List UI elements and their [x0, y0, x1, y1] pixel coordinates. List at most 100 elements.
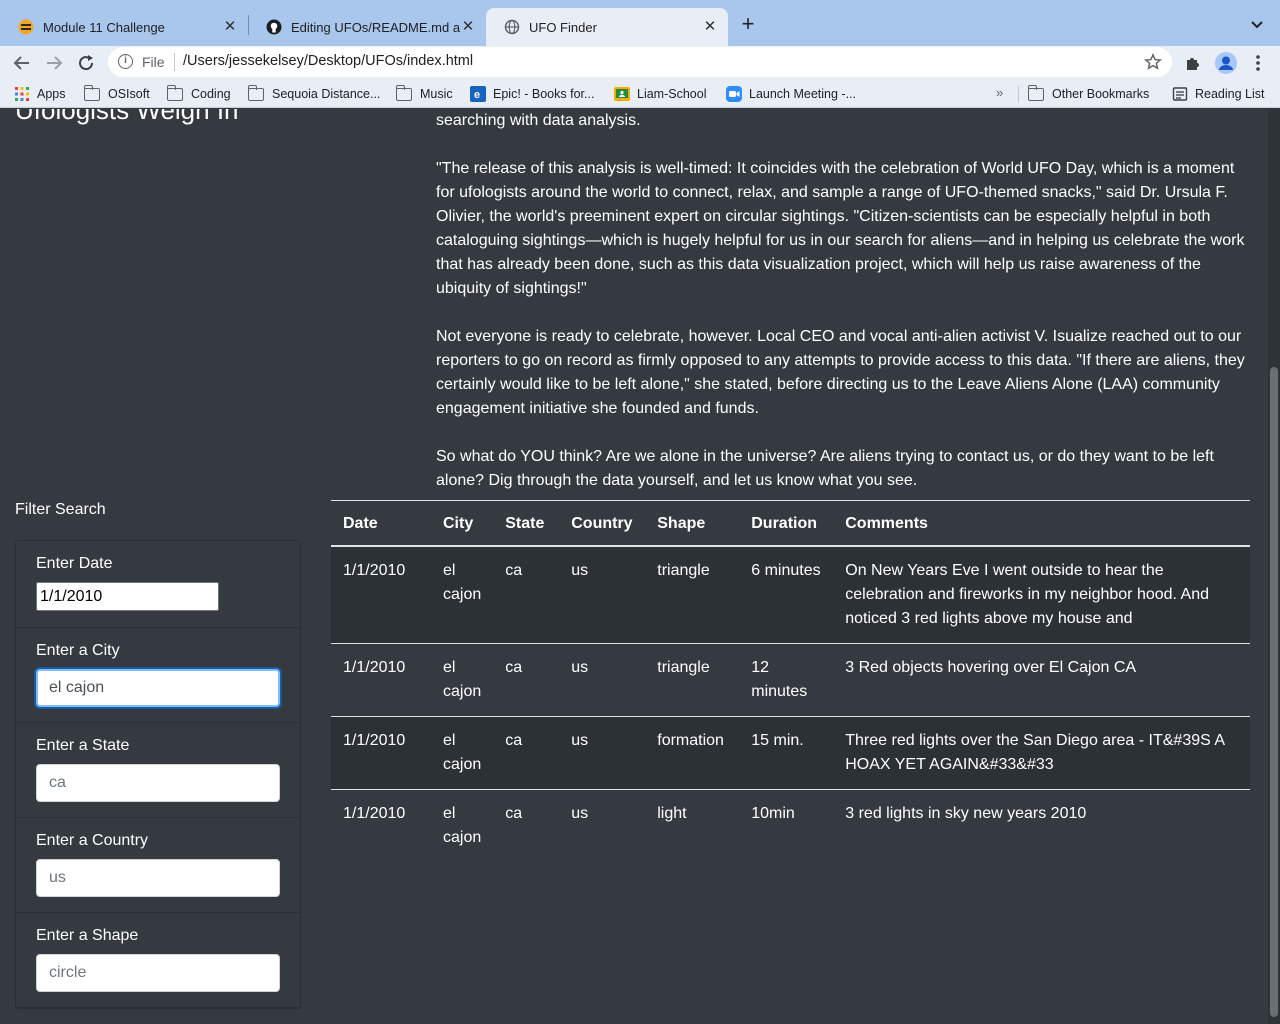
cell-city: el cajon	[431, 789, 494, 862]
tab-module-11[interactable]: Module 11 Challenge ✕	[0, 8, 248, 46]
folder-icon	[166, 84, 183, 101]
cell-date: 1/1/2010	[331, 716, 431, 790]
cell-state: ca	[505, 562, 523, 579]
cell-shape: triangle	[645, 643, 740, 717]
country-input[interactable]	[36, 859, 280, 897]
column-header-date: Date	[331, 500, 431, 547]
bookmark-sequoia[interactable]: Sequoia Distance...	[247, 84, 381, 103]
bookmark-liam-school[interactable]: Liam-School	[614, 85, 706, 103]
filter-list: Enter Date Enter a City Enter a State En…	[15, 540, 301, 1009]
column-header-duration: Duration	[739, 500, 834, 547]
cell-duration: 12 minutes	[739, 643, 834, 717]
cell-country: us	[559, 716, 646, 790]
cell-shape: light	[645, 789, 740, 862]
ufo-table-container: Date City State Country Shape Duration C…	[331, 500, 1250, 862]
globe-icon	[504, 19, 520, 35]
cell-city: el cajon	[431, 643, 494, 717]
cell-country: us	[571, 562, 589, 579]
tab-title: Editing UFOs/README.md at m	[291, 19, 460, 35]
more-menu-icon[interactable]	[1246, 51, 1270, 75]
cell-country: us	[559, 789, 646, 862]
bookmark-music[interactable]: Music	[395, 84, 453, 103]
bookmarks-bar: Apps OSIsoft Coding Sequoia Distance... …	[0, 80, 1280, 108]
address-bar[interactable]: i File /Users/jessekelsey/Desktop/UFOs/i…	[108, 47, 1172, 77]
cell-comments: 3 red lights in sky new years 2010	[833, 789, 1250, 862]
bookmark-label: Coding	[191, 87, 231, 101]
date-input[interactable]	[36, 582, 219, 611]
bookmark-star-icon[interactable]	[1144, 53, 1162, 71]
close-icon[interactable]: ✕	[222, 19, 238, 35]
bookmark-osisoft[interactable]: OSIsoft	[83, 84, 150, 103]
bookmark-apps[interactable]: Apps	[14, 85, 66, 103]
module-favicon-icon	[18, 19, 34, 35]
city-input[interactable]	[36, 669, 280, 707]
cell-comments: Three red lights over the San Diego area…	[833, 716, 1250, 790]
url-scheme-label: File	[142, 54, 165, 70]
shape-input[interactable]	[36, 954, 280, 992]
scrollbar-thumb[interactable]	[1270, 367, 1278, 1017]
apps-grid-icon	[15, 87, 29, 101]
bookmark-label: Other Bookmarks	[1052, 87, 1150, 101]
state-input[interactable]	[36, 764, 280, 802]
bookmark-epic[interactable]: e Epic! - Books for...	[470, 85, 594, 103]
cell-shape: formation	[645, 716, 740, 790]
folder-icon	[247, 84, 264, 101]
table-row: 1/1/2010 el cajon ca us light 10min 3 re…	[331, 789, 1250, 862]
bookmark-coding[interactable]: Coding	[166, 84, 231, 103]
page-content: Ufologists Weigh In searching with data …	[0, 109, 1268, 1024]
bookmark-label: Reading List	[1195, 87, 1265, 101]
article-paragraph: Not everyone is ready to celebrate, howe…	[436, 328, 1245, 417]
tab-search-chevron-icon[interactable]	[1248, 15, 1266, 33]
table-row: 1/1/2010 el cajon ca us formation 15 min…	[331, 716, 1250, 790]
cell-shape: triangle	[657, 562, 710, 579]
column-header-comments: Comments	[833, 500, 1250, 547]
cell-comments: On New Years Eve I went outside to hear …	[845, 562, 1210, 627]
column-header-city: City	[431, 500, 494, 547]
svg-text:e: e	[474, 89, 480, 101]
site-info-icon[interactable]: i	[118, 54, 133, 69]
bookmark-other-bookmarks[interactable]: Other Bookmarks	[1027, 84, 1150, 103]
new-tab-button[interactable]: +	[737, 13, 759, 36]
browser-toolbar: i File /Users/jessekelsey/Desktop/UFOs/i…	[0, 46, 1280, 80]
filter-item-date: Enter Date	[16, 541, 300, 628]
more-bookmarks-chevron-icon[interactable]: »	[996, 85, 1003, 100]
tab-github-readme[interactable]: Editing UFOs/README.md at m ✕	[248, 8, 486, 46]
bookmark-launch-meeting[interactable]: Launch Meeting -...	[726, 85, 856, 103]
cell-duration: 10min	[739, 789, 834, 862]
table-row: 1/1/2010 el cajon ca us triangle 6 minut…	[331, 546, 1250, 644]
cell-comments: 3 Red objects hovering over El Cajon CA	[833, 643, 1250, 717]
cell-duration: 15 min.	[739, 716, 834, 790]
page-scrollbar[interactable]	[1268, 109, 1280, 1024]
state-label: Enter a State	[36, 737, 130, 754]
reload-icon[interactable]	[75, 52, 97, 74]
address-divider	[174, 53, 175, 71]
epic-icon: e	[470, 86, 486, 102]
forward-arrow-icon[interactable]	[43, 52, 65, 74]
close-icon[interactable]: ✕	[702, 19, 718, 35]
url-text[interactable]: /Users/jessekelsey/Desktop/UFOs/index.ht…	[183, 53, 473, 69]
table-header-row: Date City State Country Shape Duration C…	[331, 500, 1250, 547]
filter-item-state: Enter a State	[16, 723, 300, 818]
profile-avatar-icon[interactable]	[1214, 51, 1238, 75]
zoom-icon	[726, 86, 742, 102]
bookmark-label: Epic! - Books for...	[493, 87, 595, 101]
tab-title: Module 11 Challenge	[43, 19, 165, 35]
folder-icon	[83, 84, 100, 101]
bookmark-label: Sequoia Distance...	[272, 87, 381, 101]
bookmark-label: Music	[420, 87, 453, 101]
cell-state: ca	[493, 716, 560, 790]
tab-strip: Module 11 Challenge ✕ Editing UFOs/READM…	[0, 0, 1280, 46]
bookmark-label: Launch Meeting -...	[749, 87, 857, 101]
article-paragraph: "The release of this analysis is well-ti…	[436, 160, 1245, 297]
tab-ufo-finder[interactable]: UFO Finder ✕	[486, 8, 728, 46]
tab-title: UFO Finder	[529, 19, 597, 35]
column-header-state: State	[493, 500, 560, 547]
folder-icon	[395, 84, 412, 101]
bookmarks-divider	[1018, 86, 1019, 102]
bookmark-reading-list[interactable]: Reading List	[1172, 85, 1265, 103]
filter-search-title: Filter Search	[15, 501, 106, 518]
extensions-puzzle-icon[interactable]	[1182, 51, 1206, 75]
cell-date: 1/1/2010	[343, 562, 406, 579]
back-arrow-icon[interactable]	[11, 52, 33, 74]
close-icon[interactable]: ✕	[460, 19, 476, 35]
